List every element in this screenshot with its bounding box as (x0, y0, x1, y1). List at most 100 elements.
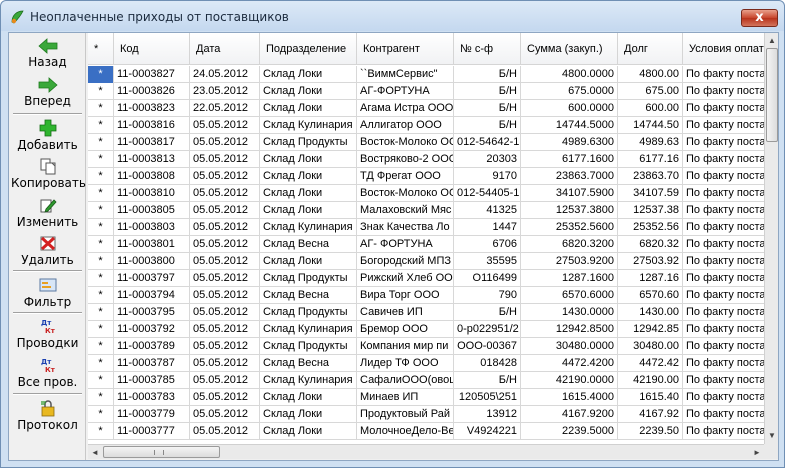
column-header-debt[interactable]: Долг (618, 33, 683, 65)
cell-debt[interactable]: 600.00 (618, 100, 683, 117)
cell-debt[interactable]: 6820.32 (618, 236, 683, 253)
cell-invoice-number[interactable]: 012-54642-1 (454, 134, 521, 151)
cell-date[interactable]: 05.05.2012 (190, 270, 260, 287)
cell-invoice-number[interactable]: 0-р022951/2 (454, 321, 521, 338)
cell-date[interactable]: 05.05.2012 (190, 168, 260, 185)
table-row[interactable]: * 11-0003792 05.05.2012 Склад Кулинария Брем… (88, 321, 764, 338)
horizontal-scrollbar[interactable]: ◄ ► (88, 444, 764, 459)
cell-debt[interactable]: 2239.50 (618, 423, 683, 440)
cell-date[interactable]: 24.05.2012 (190, 66, 260, 83)
edit-button[interactable]: Изменить (11, 197, 84, 229)
cell-marker[interactable]: * (88, 253, 114, 270)
cell-debt[interactable]: 1430.00 (618, 304, 683, 321)
table-row[interactable]: * 11-0003823 22.05.2012 Склад Локи Агама Ист… (88, 100, 764, 117)
cell-counterparty[interactable]: Богородский МПЗ (357, 253, 454, 270)
cell-marker[interactable]: * (88, 372, 114, 389)
cell-counterparty[interactable]: Востряково-2 ООО (357, 151, 454, 168)
cell-debt[interactable]: 23863.70 (618, 168, 683, 185)
cell-counterparty[interactable]: Компания мир пи (357, 338, 454, 355)
cell-purchase-sum[interactable]: 675.0000 (521, 83, 618, 100)
cell-code[interactable]: 11-0003827 (114, 66, 190, 83)
cell-department[interactable]: Склад Локи (260, 202, 357, 219)
cell-debt[interactable]: 42190.00 (618, 372, 683, 389)
cell-date[interactable]: 05.05.2012 (190, 287, 260, 304)
cell-marker[interactable]: * (88, 168, 114, 185)
scroll-left-arrow[interactable]: ◄ (88, 445, 102, 460)
cell-department[interactable]: Склад Кулинария (260, 219, 357, 236)
cell-counterparty[interactable]: Лидер ТФ ООО (357, 355, 454, 372)
cell-debt[interactable]: 25352.56 (618, 219, 683, 236)
cell-payment-terms[interactable]: По факту постав (683, 423, 764, 440)
cell-marker[interactable]: * (88, 304, 114, 321)
cell-department[interactable]: Склад Локи (260, 423, 357, 440)
cell-payment-terms[interactable]: По факту постав (683, 219, 764, 236)
cell-invoice-number[interactable]: 6706 (454, 236, 521, 253)
cell-code[interactable]: 11-0003816 (114, 117, 190, 134)
cell-department[interactable]: Склад Локи (260, 168, 357, 185)
cell-marker[interactable]: * (88, 338, 114, 355)
cell-marker[interactable]: * (88, 151, 114, 168)
cell-debt[interactable]: 14744.50 (618, 117, 683, 134)
all-postings-button[interactable]: Дт Кт Все пров. (11, 357, 84, 389)
cell-date[interactable]: 05.05.2012 (190, 423, 260, 440)
cell-date[interactable]: 05.05.2012 (190, 321, 260, 338)
cell-code[interactable]: 11-0003785 (114, 372, 190, 389)
cell-payment-terms[interactable]: По факту постав (683, 321, 764, 338)
cell-purchase-sum[interactable]: 2239.5000 (521, 423, 618, 440)
cell-code[interactable]: 11-0003789 (114, 338, 190, 355)
cell-date[interactable]: 05.05.2012 (190, 372, 260, 389)
cell-department[interactable]: Склад Локи (260, 185, 357, 202)
cell-department[interactable]: Склад Продукты (260, 304, 357, 321)
cell-code[interactable]: 11-0003777 (114, 423, 190, 440)
cell-date[interactable]: 22.05.2012 (190, 100, 260, 117)
table-row[interactable]: * 11-0003795 05.05.2012 Склад Продукты Савич… (88, 304, 764, 321)
column-header-payment-terms[interactable]: Условия оплаты (683, 33, 764, 65)
postings-button[interactable]: Дт Кт Проводки (11, 318, 84, 350)
cell-department[interactable]: Склад Локи (260, 406, 357, 423)
cell-purchase-sum[interactable]: 1287.1600 (521, 270, 618, 287)
cell-payment-terms[interactable]: По факту постав (683, 406, 764, 423)
cell-department[interactable]: Склад Локи (260, 253, 357, 270)
cell-debt[interactable]: 6570.60 (618, 287, 683, 304)
cell-invoice-number[interactable]: 41325 (454, 202, 521, 219)
cell-debt[interactable]: 27503.92 (618, 253, 683, 270)
cell-code[interactable]: 11-0003803 (114, 219, 190, 236)
cell-payment-terms[interactable]: По факту постав (683, 389, 764, 406)
cell-date[interactable]: 05.05.2012 (190, 236, 260, 253)
cell-purchase-sum[interactable]: 42190.0000 (521, 372, 618, 389)
cell-purchase-sum[interactable]: 12537.3800 (521, 202, 618, 219)
table-row[interactable]: * 11-0003777 05.05.2012 Склад Локи МолочноеД… (88, 423, 764, 440)
cell-date[interactable]: 05.05.2012 (190, 219, 260, 236)
cell-counterparty[interactable]: Бремор ООО (357, 321, 454, 338)
cell-purchase-sum[interactable]: 12942.8500 (521, 321, 618, 338)
cell-counterparty[interactable]: Знак Качества Ло (357, 219, 454, 236)
cell-payment-terms[interactable]: По факту постав (683, 202, 764, 219)
cell-counterparty[interactable]: Вира Торг ООО (357, 287, 454, 304)
cell-invoice-number[interactable]: V4924221 (454, 423, 521, 440)
cell-counterparty[interactable]: Малаховский Мяс (357, 202, 454, 219)
cell-invoice-number[interactable]: 018428 (454, 355, 521, 372)
cell-counterparty[interactable]: Восток-Молоко ОО (357, 134, 454, 151)
cell-purchase-sum[interactable]: 6177.1600 (521, 151, 618, 168)
add-button[interactable]: Добавить (11, 119, 84, 152)
cell-payment-terms[interactable]: По факту постав (683, 151, 764, 168)
cell-invoice-number[interactable]: Б/Н (454, 100, 521, 117)
cell-date[interactable]: 05.05.2012 (190, 151, 260, 168)
cell-department[interactable]: Склад Весна (260, 236, 357, 253)
cell-counterparty[interactable]: Савичев ИП (357, 304, 454, 321)
cell-code[interactable]: 11-0003794 (114, 287, 190, 304)
table-row[interactable]: * 11-0003826 23.05.2012 Склад Локи АГ-ФОРТУН… (88, 83, 764, 100)
cell-date[interactable]: 05.05.2012 (190, 355, 260, 372)
cell-debt[interactable]: 675.00 (618, 83, 683, 100)
column-header-purchase-sum[interactable]: Сумма (закуп.) (521, 33, 618, 65)
cell-department[interactable]: Склад Весна (260, 355, 357, 372)
cell-code[interactable]: 11-0003801 (114, 236, 190, 253)
cell-invoice-number[interactable]: 1447 (454, 219, 521, 236)
cell-code[interactable]: 11-0003808 (114, 168, 190, 185)
suppliers-grid[interactable]: * Код Дата Подразделение Контрагент № с-ф Сумм… (88, 33, 764, 444)
cell-invoice-number[interactable]: Б/Н (454, 66, 521, 83)
cell-counterparty[interactable]: Продуктовый Рай (357, 406, 454, 423)
cell-code[interactable]: 11-0003810 (114, 185, 190, 202)
cell-marker[interactable]: * (88, 117, 114, 134)
scroll-right-arrow[interactable]: ► (750, 445, 764, 460)
